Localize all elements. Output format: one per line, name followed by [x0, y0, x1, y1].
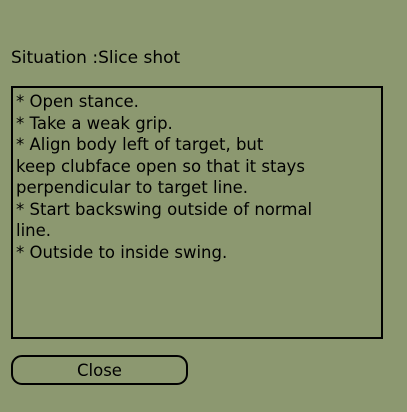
- instruction-line: * Take a weak grip.: [16, 113, 173, 133]
- instruction-line: * Open stance.: [16, 92, 139, 111]
- instruction-line: * Align body left of target, but: [16, 135, 264, 154]
- instructions-text: * Open stance. * Take a weak grip. * Ali…: [16, 91, 378, 263]
- close-button[interactable]: Close: [11, 355, 188, 385]
- instruction-line: * Outside to inside swing.: [16, 242, 228, 262]
- close-button-label: Close: [77, 360, 122, 380]
- instruction-line: * Start backswing outside of normal: [16, 199, 313, 219]
- instruction-line: keep clubface open so that it stays: [16, 156, 305, 176]
- instruction-line: line.: [16, 221, 52, 240]
- instruction-line: perpendicular to target line.: [16, 178, 249, 197]
- instructions-textbox[interactable]: * Open stance. * Take a weak grip. * Ali…: [11, 86, 383, 339]
- situation-title: Situation :Slice shot: [11, 48, 181, 68]
